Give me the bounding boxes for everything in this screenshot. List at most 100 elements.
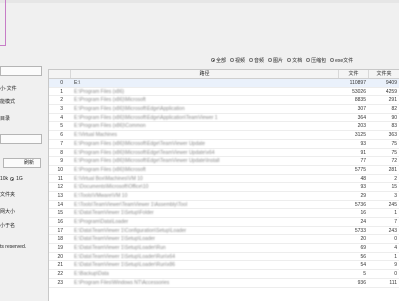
directory-input[interactable] [0,134,42,144]
row-index: 1 [60,88,63,95]
row-index: 2 [60,97,63,104]
table-row[interactable]: 13 E:\Tools\VMware\VM 10 29 3 [49,192,399,201]
row-path: E:\Program Files (x86) [74,88,125,95]
filter-all[interactable]: 全部 [211,57,226,64]
filter-image-radio[interactable] [268,58,273,62]
scan-button[interactable] [0,66,42,76]
row-index: 9 [60,158,63,165]
table-header: 路径 文件 文件夹 [49,70,399,79]
row-index: 0 [60,80,63,86]
row-file-count: 364 [357,114,366,121]
row-folder-count: 4259 [385,88,397,95]
table-row[interactable]: 8 E:\Program Files (x86)\Microsoft\Edge\T… [49,149,399,158]
row-file-count: 69 [360,245,366,252]
filter-all-label: 全部 [216,57,227,64]
table-row[interactable]: 6 E:\Virtual Machines 3125 363 [49,131,399,140]
row-folder-count: 245 [388,201,397,208]
table-row[interactable]: 15 E:\Data\TeamViewer 1\Setup\Folder 16 1 [49,209,399,218]
left-control-panel: 小·文件 能模式 目录 刷新 10k 1G 文件夹 网大小 小于名 ts res… [0,58,44,300]
table-row[interactable]: 19 E:\Data\TeamViewer 1\Setup\Loader\Run 6… [49,244,399,253]
filter-exe-label: exe文件 [335,57,354,64]
filter-archive-radio[interactable] [306,58,311,62]
table-row[interactable]: 14 E:\Tools\TeamViewer\TeamViewer 1\Assem… [49,201,399,210]
filter-image-label: 图片 [273,57,284,64]
row-path: E:\Program Files (x86)\Microsoft [74,97,146,104]
row-path: E:\Data\TeamViewer 1\Setup\Loader\Run\x8… [74,262,176,269]
row-folder-count: 2 [394,175,397,182]
table-row[interactable]: 5 E:\Program Files (x86)\Common 203 83 [49,122,399,132]
row-folder-count: 9409 [385,80,397,86]
table-row[interactable]: 16 E:\Program\Data\Loader 24 7 [49,218,399,227]
filter-archive[interactable]: 压缩包 [306,57,326,64]
row-path: E:\Data\TeamViewer 1\Setup\Loader [74,236,156,243]
filter-video-radio[interactable] [230,58,235,62]
header-index[interactable] [49,70,71,78]
filter-document[interactable]: 文档 [287,57,302,64]
row-path: E:\Backup\Data [74,271,109,278]
row-index: 13 [57,192,63,199]
selection-frame [0,0,6,46]
row-file-count: 29 [360,192,366,199]
filter-audio-radio[interactable] [249,58,254,62]
row-index: 14 [57,201,63,208]
row-folder-count: 83 [391,123,397,130]
header-folders[interactable]: 文件夹 [369,70,399,78]
row-file-count: 54 [360,262,366,269]
row-folder-count: 4 [394,245,397,252]
table-row[interactable]: 12 E:\Documents\Microsoft\Office\10 93 15 [49,183,399,192]
table-row[interactable]: 17 E:\Data\TeamViewer 1\Configuration\Set… [49,227,399,236]
folder-label: 文件夹 [0,192,16,198]
row-folder-count: 111 [389,279,397,286]
mode-label: 能模式 [0,99,16,105]
table-row[interactable]: 18 E:\Data\TeamViewer 1\Setup\Loader 20 0 [49,235,399,245]
row-file-count: 203 [357,123,366,130]
row-folder-count: 75 [391,140,397,147]
row-path: E:\Data\TeamViewer 1\Configuration\Setup… [74,227,187,234]
size-1g-radio[interactable] [10,177,15,181]
row-file-count: 5736 [354,201,366,208]
refresh-button[interactable]: 刷新 [3,158,41,168]
row-folder-count: 9 [394,262,397,269]
row-path: E:\Program Files (x86)\Microsoft\Edge\Ap… [74,114,218,121]
row-path: E:\Tools\TeamViewer\TeamViewer 1\Assembl… [74,201,188,208]
table-row[interactable]: 1 E:\Program Files (x86) 53026 4259 [49,88,399,97]
row-file-count: 307 [357,106,366,113]
table-row[interactable]: 4 E:\Program Files (x86)\Microsoft\Edge\A… [49,114,399,123]
table-row[interactable]: 11 E:\Virtual Box\Machines\VM 10 48 2 [49,175,399,184]
table-row[interactable]: 10 E:\Program Files (x86)\Microsoft 5775 28… [49,166,399,175]
table-row[interactable]: 23 E:\Program Files\Windows NT\Accessorie… [49,279,399,288]
row-file-count: 77 [360,158,366,165]
filter-document-radio[interactable] [287,58,292,62]
header-files[interactable]: 文件 [339,70,369,78]
row-folder-count: 82 [391,106,397,113]
row-folder-count: 3 [394,192,397,199]
filter-exe-radio[interactable] [330,58,335,62]
file-type-filter: 全部 视频 音频 图片 文档 压缩包 exe文件 [211,56,353,64]
row-path: E:\Program Files\Windows NT\Accessories [74,279,170,286]
filter-all-radio[interactable] [211,58,215,62]
table-row[interactable]: 2 E:\Program Files (x86)\Microsoft 8835 291 [49,96,399,106]
row-path: E:\Program\Data\Loader [74,219,129,225]
row-index: 19 [57,245,63,252]
filter-audio[interactable]: 音频 [249,57,264,64]
filter-video[interactable]: 视频 [230,57,245,64]
copyright-text: ts reserved. [0,244,27,250]
row-path: E:\Program Files (x86)\Common [74,123,146,130]
table-row[interactable]: 7 E:\Program Files (x86)\Microsoft\Edge\T… [49,140,399,149]
row-index: 10 [57,166,63,173]
table-row[interactable]: 3 E:\Program Files (x86)\Microsoft\Edge\A… [49,105,399,114]
header-path[interactable]: 路径 [71,70,339,78]
table-row[interactable]: 20 E:\Data\TeamViewer 1\Setup\Loader\Run\… [49,253,399,262]
row-folder-count: 72 [391,158,397,165]
row-folder-count: 90 [391,114,397,121]
table-row[interactable]: 21 E:\Data\TeamViewer 1\Setup\Loader\Run\… [49,261,399,271]
filter-exe[interactable]: exe文件 [330,57,353,64]
filter-image[interactable]: 图片 [268,57,283,64]
table-row[interactable]: 0 E:\ 110897 9409 [49,79,399,88]
table-row[interactable]: 22 E:\Backup\Data 5 0 [49,270,399,279]
row-file-count: 53026 [352,88,366,95]
row-folder-count: 363 [388,132,397,139]
table-body: 0 E:\ 110897 9409 1 E:\Program Files (x86) 530… [49,79,399,288]
table-row[interactable]: 9 E:\Program Files (x86)\Microsoft\Edge\T… [49,157,399,166]
small-file-label: 小·文件 [0,86,17,92]
